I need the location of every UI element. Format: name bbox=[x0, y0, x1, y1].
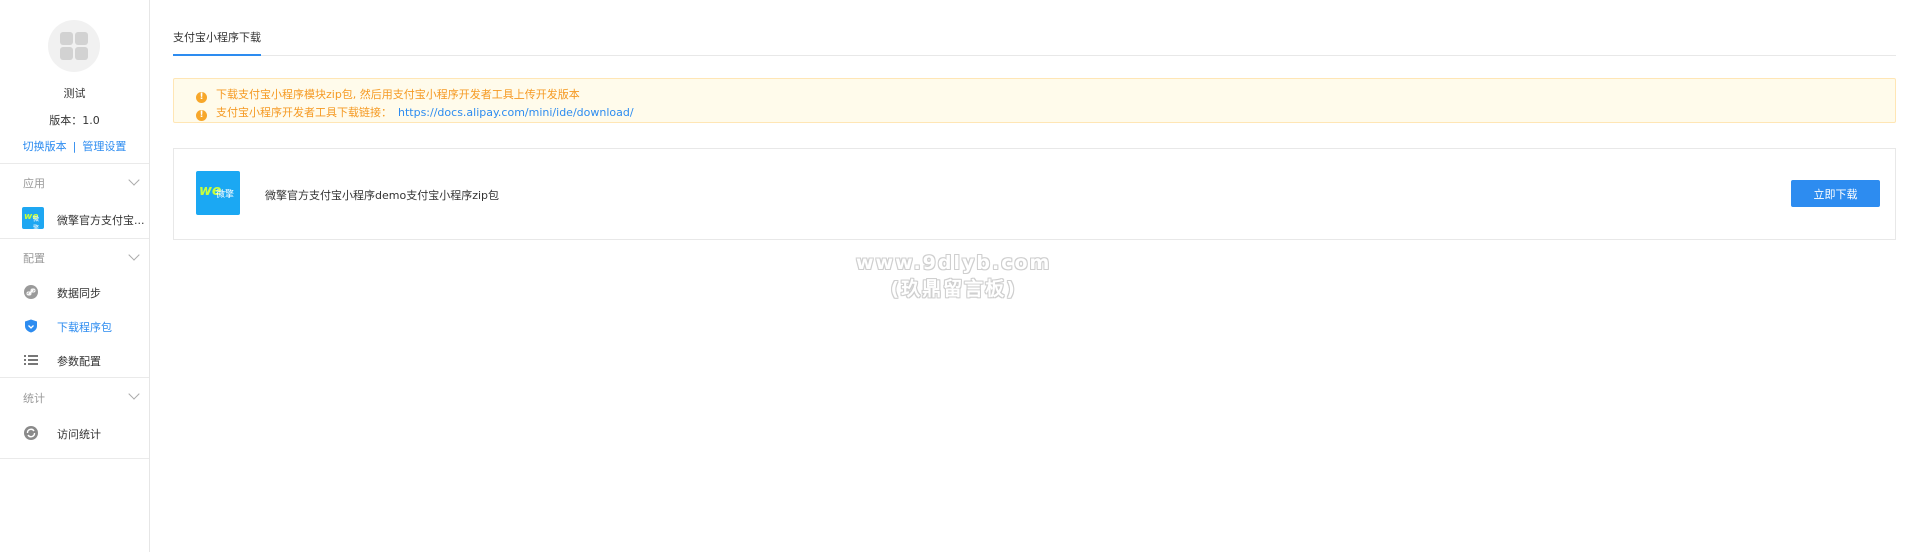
app-links: 切换版本 | 管理设置 bbox=[0, 138, 149, 154]
notice-text-1: 下载支付宝小程序模块zip包, 然后用支付宝小程序开发者工具上传开发版本 bbox=[216, 88, 580, 101]
refresh-icon bbox=[24, 426, 38, 440]
list-icon bbox=[24, 355, 38, 365]
package-card: we 微擎 微擎官方支付宝小程序demo支付宝小程序zip包 立即下载 bbox=[173, 148, 1896, 240]
chevron-down-icon bbox=[128, 174, 140, 186]
app-version: 版本：1.0 bbox=[49, 114, 100, 127]
app-logo-icon: we 微擎 bbox=[22, 207, 44, 232]
section-label: 配置 bbox=[23, 252, 45, 265]
sidebar-item-label: 微擎官方支付宝... bbox=[57, 214, 145, 227]
sidebar-item-download-package[interactable]: 下载程序包 bbox=[0, 309, 149, 343]
notice-text-2: 支付宝小程序开发者工具下载链接： bbox=[216, 106, 392, 119]
watermark: www.9dlyb.com (玖鼎留言板) bbox=[856, 250, 1051, 302]
notice-line-1: ! 下载支付宝小程序模块zip包, 然后用支付宝小程序开发者工具上传开发版本 bbox=[196, 86, 580, 103]
section-label: 统计 bbox=[23, 392, 45, 405]
sidebar-section-header[interactable]: 统计 bbox=[0, 378, 149, 416]
warning-icon: ! bbox=[196, 92, 207, 103]
tab-bar: 支付宝小程序下载 bbox=[173, 0, 1896, 56]
sidebar-item-label: 参数配置 bbox=[57, 355, 101, 368]
sidebar-section-header[interactable]: 应用 bbox=[0, 164, 149, 200]
warning-icon: ! bbox=[196, 110, 207, 121]
sidebar-item-label: 下载程序包 bbox=[57, 321, 112, 334]
app-avatar bbox=[48, 20, 100, 72]
sidebar-section-header[interactable]: 配置 bbox=[0, 239, 149, 275]
sidebar-item-data-sync[interactable]: 数据同步 bbox=[0, 275, 149, 309]
tab-alipay-download[interactable]: 支付宝小程序下载 bbox=[173, 29, 261, 56]
app-profile: 测试 版本：1.0 切换版本 | 管理设置 bbox=[0, 0, 149, 164]
grid-icon bbox=[60, 32, 73, 45]
grid-icon bbox=[60, 47, 73, 60]
logo-subtext: 微擎 bbox=[216, 190, 235, 200]
sidebar: 测试 版本：1.0 切换版本 | 管理设置 应用 we 微擎 微擎官方支付宝... 配… bbox=[0, 0, 150, 552]
sidebar-section-config: 配置 数据同步 下载程序包 参数配置 bbox=[0, 239, 149, 378]
chevron-down-icon bbox=[128, 249, 140, 261]
sidebar-item-label: 数据同步 bbox=[57, 287, 101, 300]
link-separator: | bbox=[72, 140, 77, 153]
sidebar-item-visit-stats[interactable]: 访问统计 bbox=[0, 416, 149, 458]
sidebar-section-app: 应用 we 微擎 微擎官方支付宝... bbox=[0, 164, 149, 239]
grid-icon bbox=[75, 32, 88, 45]
section-label: 应用 bbox=[23, 177, 45, 190]
ide-download-link[interactable]: https://docs.alipay.com/mini/ide/downloa… bbox=[398, 106, 634, 119]
download-now-button[interactable]: 立即下载 bbox=[1791, 180, 1880, 207]
notice-line-2: ! 支付宝小程序开发者工具下载链接： https://docs.alipay.com… bbox=[196, 104, 634, 121]
chevron-down-icon bbox=[128, 388, 140, 400]
link-icon bbox=[24, 285, 38, 299]
app-name: 测试 bbox=[63, 87, 86, 100]
manage-settings-link[interactable]: 管理设置 bbox=[82, 140, 126, 153]
sidebar-item-label: 访问统计 bbox=[57, 428, 101, 441]
watermark-line-1: www.9dlyb.com bbox=[856, 252, 1052, 274]
switch-version-link[interactable]: 切换版本 bbox=[23, 140, 67, 153]
notice-banner: ! 下载支付宝小程序模块zip包, 然后用支付宝小程序开发者工具上传开发版本 ! 支… bbox=[173, 78, 1896, 123]
package-logo: we 微擎 bbox=[196, 171, 240, 215]
sidebar-item-app[interactable]: we 微擎 微擎官方支付宝... bbox=[0, 200, 149, 238]
sidebar-item-param-config[interactable]: 参数配置 bbox=[0, 343, 149, 377]
package-title: 微擎官方支付宝小程序demo支付宝小程序zip包 bbox=[265, 189, 500, 202]
grid-icon bbox=[75, 47, 88, 60]
sidebar-section-stats: 统计 访问统计 bbox=[0, 378, 149, 459]
watermark-line-2: (玖鼎留言板) bbox=[890, 278, 1017, 300]
shield-icon bbox=[25, 319, 37, 333]
